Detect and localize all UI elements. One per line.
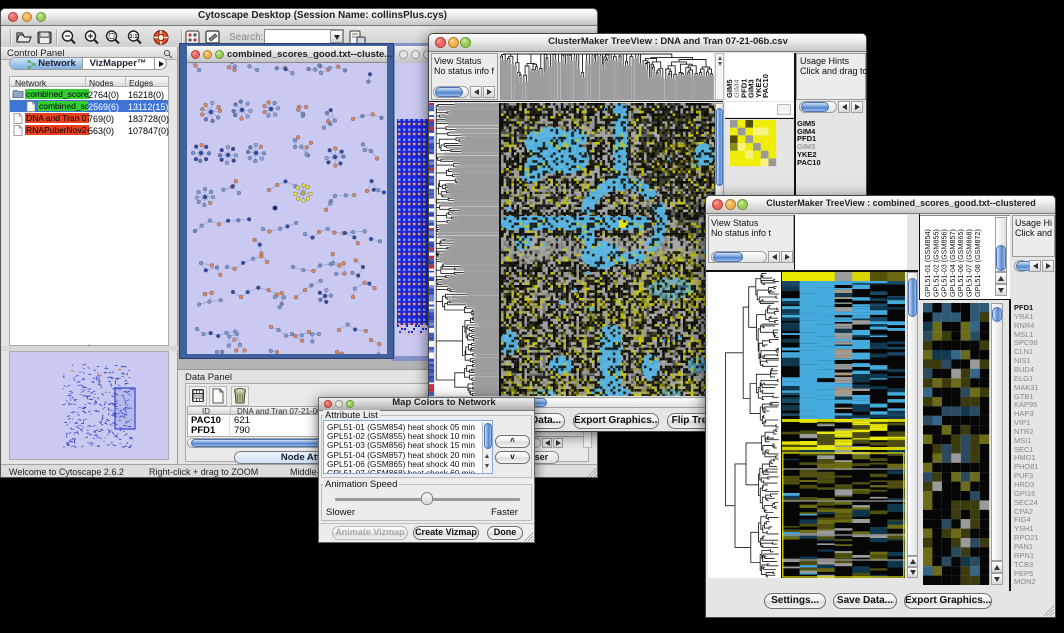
svg-text:1:1: 1:1 <box>130 34 138 40</box>
svg-text:PAC10: PAC10 <box>761 74 770 98</box>
svg-text:GPL51-08 (GSM872): GPL51-08 (GSM872) <box>973 229 982 297</box>
